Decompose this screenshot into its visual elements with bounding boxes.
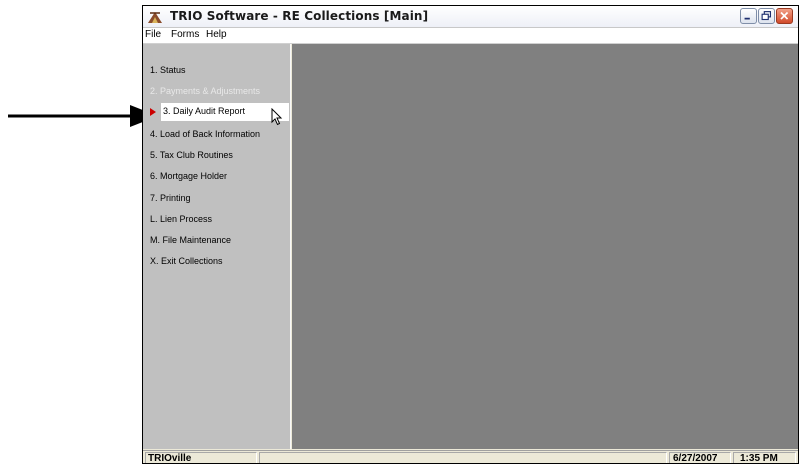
- close-button[interactable]: [776, 8, 793, 24]
- status-date-panel: 6/27/2007: [669, 452, 731, 464]
- menu-forms[interactable]: Forms: [171, 29, 199, 40]
- nav-item-label: 3. Daily Audit Report: [163, 106, 246, 116]
- status-town-panel: TRIOville: [145, 452, 257, 464]
- status-time-panel: 1:35 PM: [733, 452, 796, 464]
- menu-file[interactable]: File: [145, 29, 161, 40]
- navigation-sidebar: 1. Status 2. Payments & Adjustments 3. D…: [143, 44, 291, 449]
- selection-marker-icon: [150, 108, 156, 116]
- nav-item-status[interactable]: 1. Status: [150, 65, 186, 75]
- nav-item-tax-club-routines[interactable]: 5. Tax Club Routines: [150, 150, 233, 160]
- minimize-button[interactable]: [740, 8, 757, 24]
- app-logo-icon: [148, 12, 162, 23]
- window-title: TRIO Software - RE Collections [Main]: [170, 9, 429, 23]
- close-icon: [780, 11, 789, 20]
- status-date: 6/27/2007: [673, 453, 718, 464]
- mouse-pointer-icon: [271, 108, 283, 126]
- workspace-area: [292, 44, 798, 449]
- nav-item-load-back-information[interactable]: 4. Load of Back Information: [150, 129, 260, 139]
- annotation-arrow-icon: [8, 105, 158, 127]
- title-bar[interactable]: TRIO Software - RE Collections [Main]: [143, 6, 798, 28]
- status-time: 1:35 PM: [740, 453, 778, 464]
- nav-item-printing[interactable]: 7. Printing: [150, 193, 191, 203]
- menu-help[interactable]: Help: [206, 29, 227, 40]
- status-bar: TRIOville 6/27/2007 1:35 PM: [143, 450, 798, 464]
- status-message-panel: [259, 452, 667, 463]
- nav-item-daily-audit-report[interactable]: 3. Daily Audit Report: [161, 103, 289, 121]
- nav-item-mortgage-holder[interactable]: 6. Mortgage Holder: [150, 171, 227, 181]
- status-town: TRIOville: [148, 453, 192, 464]
- nav-item-exit-collections[interactable]: X. Exit Collections: [150, 256, 223, 266]
- main-window: TRIO Software - RE Collections [Main] Fi…: [142, 5, 799, 464]
- menu-bar: File Forms Help: [143, 28, 798, 44]
- nav-item-file-maintenance[interactable]: M. File Maintenance: [150, 235, 231, 245]
- minimize-icon: [744, 17, 750, 20]
- nav-item-payments-adjustments: 2. Payments & Adjustments: [150, 86, 261, 96]
- restore-icon: [761, 11, 772, 21]
- restore-button[interactable]: [758, 8, 775, 24]
- nav-item-lien-process[interactable]: L. Lien Process: [150, 214, 212, 224]
